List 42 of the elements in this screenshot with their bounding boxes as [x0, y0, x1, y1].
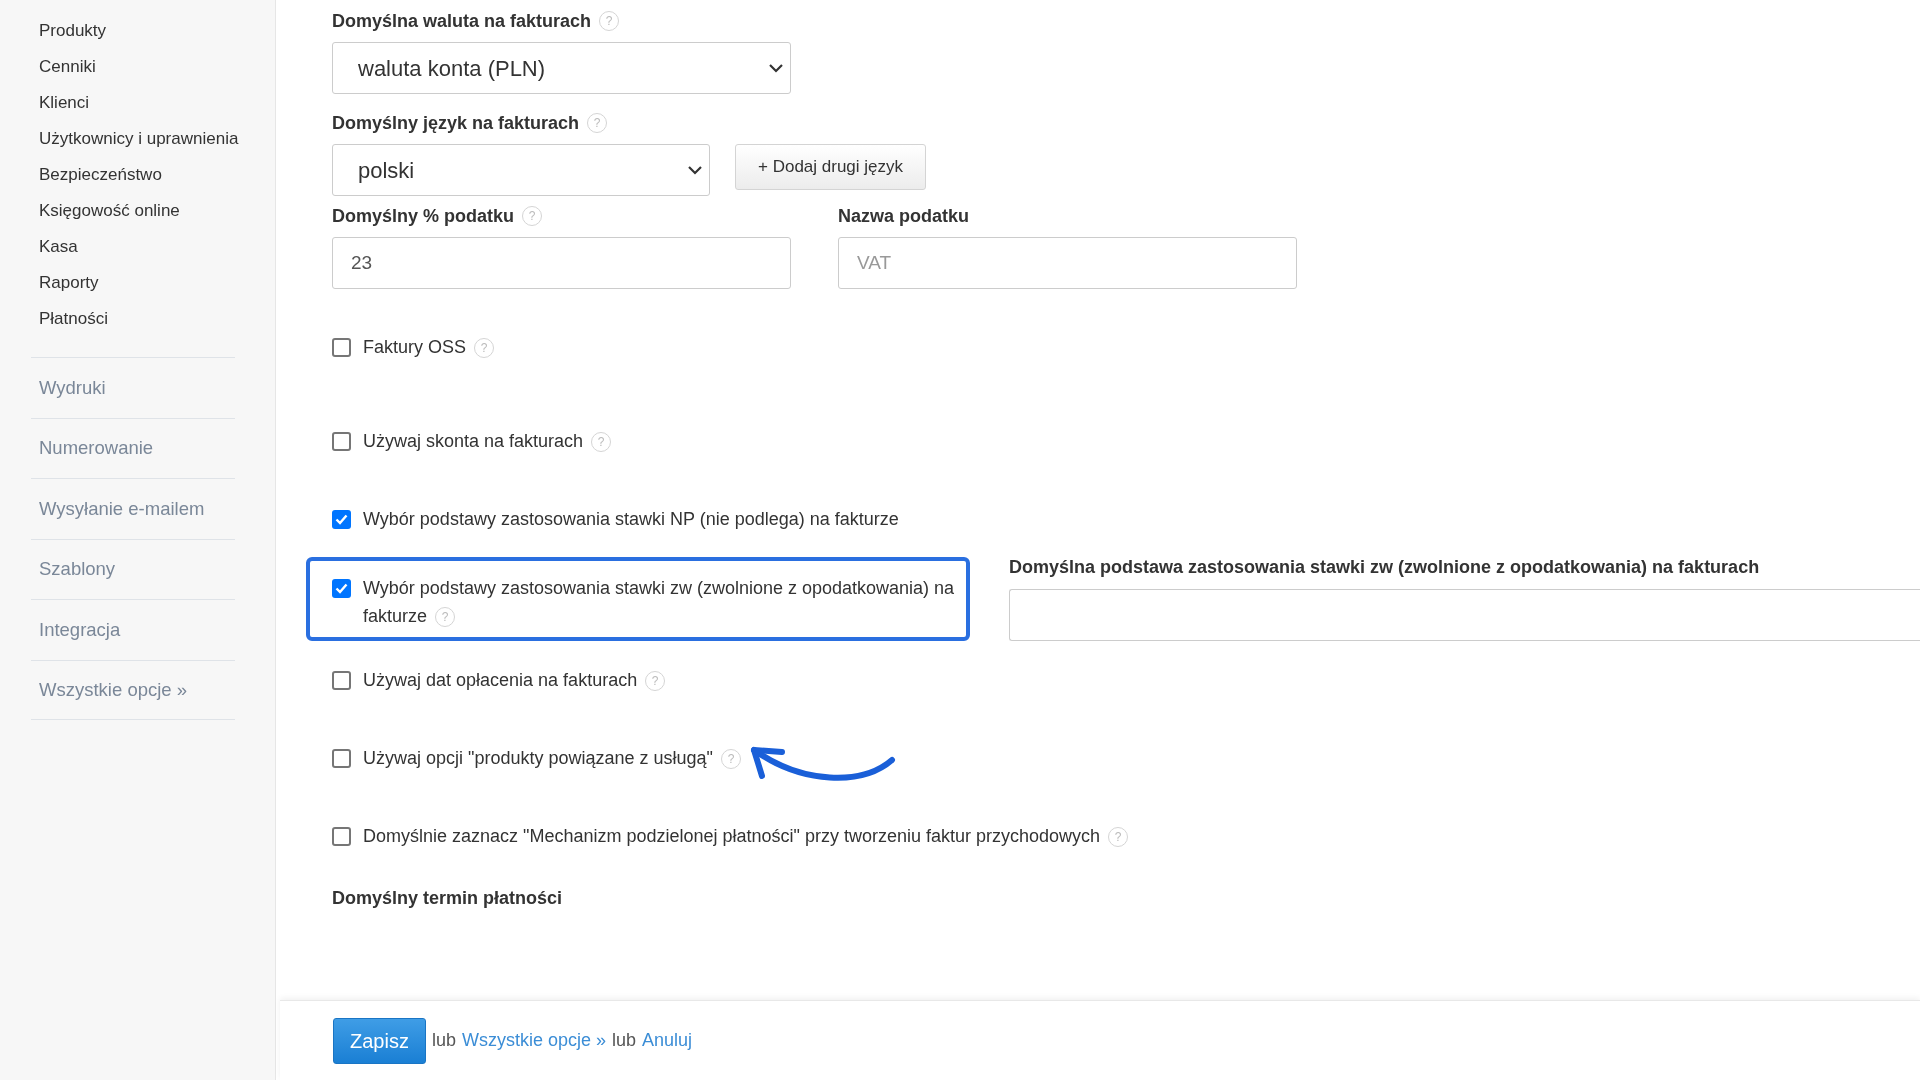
field-label: Nazwa podatku [838, 204, 970, 228]
sidebar-link[interactable]: Cenniki [39, 54, 96, 80]
checkbox[interactable] [332, 432, 351, 451]
save-button[interactable]: Zapisz [333, 1017, 426, 1064]
checkbox[interactable] [332, 579, 351, 598]
checkbox-label[interactable]: Domyślnie zaznacz "Mechanizm podzielonej płatności" przy tworzeniu faktur przychodowych ? [363, 822, 1129, 850]
sidebar-link[interactable]: Klienci [39, 90, 90, 116]
language-select[interactable]: polski [332, 144, 710, 196]
sidebar-link[interactable]: Księgowość online [39, 198, 180, 224]
all-options-link[interactable]: Wszystkie opcje » [461, 1027, 606, 1054]
chevron-down-icon [768, 63, 784, 73]
field-label: Domyślna podstawa zastosowania stawki zw (zwolnione z opodatkowania) na fakturach [1009, 555, 1761, 579]
checkbox-label[interactable]: Używaj skonta na fakturach ? [363, 427, 612, 455]
separator-text: lub [612, 1029, 636, 1052]
checkbox[interactable] [332, 671, 351, 690]
checkbox-label[interactable]: Wybór podstawy zastosowania stawki NP (nie podlega) na fakturze [363, 505, 899, 533]
sidebar-link[interactable]: Raporty [39, 270, 99, 296]
sidebar-link[interactable]: Kasa [39, 234, 78, 260]
sidebar-link[interactable]: Bezpieczeństwo [39, 162, 162, 188]
field-label: Domyślny % podatku [332, 204, 515, 228]
tax-name-field[interactable]: VAT [838, 237, 1297, 289]
checkbox[interactable] [332, 827, 351, 846]
sidebar-link[interactable]: Użytkownicy i uprawnienia [39, 126, 239, 152]
field-label: Domyślna waluta na fakturach [332, 9, 592, 33]
field-label: Domyślny termin płatności [332, 886, 563, 910]
add-language-button[interactable]: + Dodaj drugi język [735, 144, 927, 190]
checkbox[interactable] [332, 510, 351, 529]
chevron-down-icon [687, 165, 703, 175]
exemption-basis-field[interactable] [1009, 589, 1920, 641]
checkbox[interactable] [332, 338, 351, 357]
field-label: Domyślny język na fakturach [332, 111, 580, 135]
currency-select[interactable]: waluta konta (PLN) [332, 42, 791, 94]
checkbox-label[interactable]: Wybór podstawy zastosowania stawki zw (zwolnione z opodatkowania) na fakturze ? [363, 574, 956, 630]
checkbox-label[interactable]: Używaj dat opłacenia na fakturach ? [363, 666, 666, 694]
checkbox-label[interactable]: Używaj opcji "produkty powiązane z usługą" ? [363, 744, 741, 772]
tax-rate-field[interactable]: 23 [332, 237, 791, 289]
checkbox-label[interactable]: Faktury OSS ? [363, 333, 495, 361]
separator-text: lub [431, 1029, 456, 1052]
sidebar-link[interactable]: Płatności [39, 306, 108, 332]
cancel-link[interactable]: Anuluj [642, 1027, 693, 1054]
sidebar-link[interactable]: Produkty [39, 18, 107, 44]
checkbox[interactable] [332, 749, 351, 768]
